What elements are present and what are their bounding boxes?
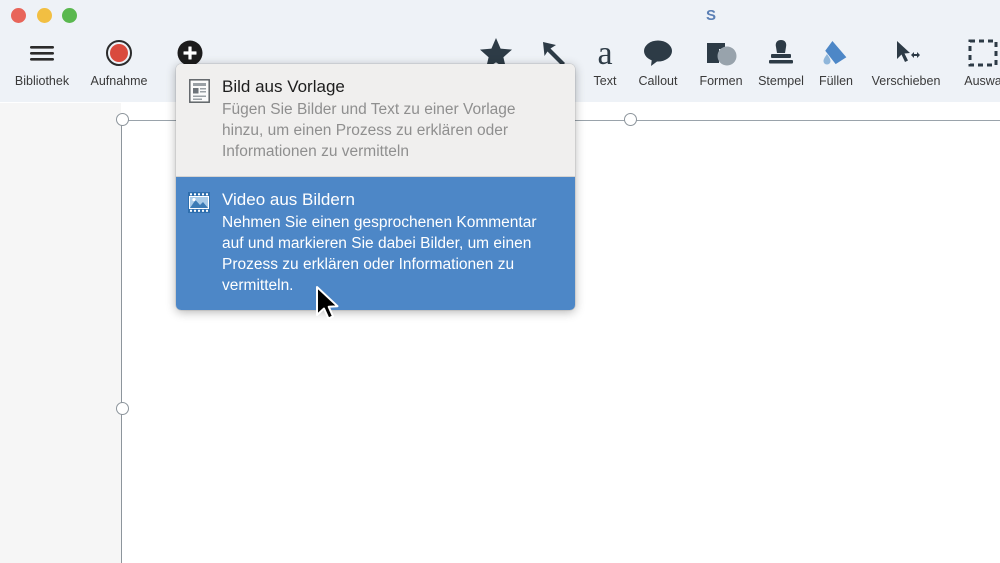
title-bar: S [0,0,1000,30]
canvas-left-gutter [0,103,121,563]
shapes-icon [703,32,739,74]
toolbar-item-callout[interactable]: Callout [626,30,690,102]
toolbar-item-label: Füllen [818,74,854,88]
svg-text:a: a [597,36,612,70]
canvas-left-edge [121,120,122,563]
menu-item-title: Video aus Bildern [222,190,355,209]
app-window: S Bibliothek Aufnahme a Text Callout For… [0,0,1000,563]
create-dropdown-menu[interactable]: Bild aus Vorlage Fügen Sie Bilder und Te… [176,64,575,310]
toolbar-item-fill[interactable]: Füllen [812,30,860,102]
paint-bucket-icon [819,32,853,74]
toolbar-item-label: Text [593,74,617,88]
toolbar-item-label: Bibliothek [14,74,70,88]
menu-item-description: Nehmen Sie einen gesprochenen Kommentar … [222,214,537,294]
menu-item-video-from-images[interactable]: Video aus Bildern Nehmen Sie einen gespr… [176,177,575,310]
toolbar-item-label: Auswa [964,74,1000,88]
menu-item-text: Bild aus Vorlage Fügen Sie Bilder und Te… [222,76,561,162]
maximize-button[interactable] [62,8,77,23]
menu-item-image-from-template[interactable]: Bild aus Vorlage Fügen Sie Bilder und Te… [176,64,575,176]
toolbar-item-select[interactable]: Auswa [952,30,1000,102]
toolbar-item-move[interactable]: Verschieben [860,30,952,102]
toolbar-item-record[interactable]: Aufnahme [84,30,154,102]
text-a-icon: a [591,32,619,74]
move-cursor-icon [889,32,923,74]
toolbar-item-library[interactable]: Bibliothek [8,30,76,102]
toolbar-item-stamp[interactable]: Stempel [750,30,812,102]
toolbar-item-label: Verschieben [871,74,941,88]
menu-item-description: Fügen Sie Bilder und Text zu einer Vorla… [222,101,516,160]
canvas-resize-handle-left-middle[interactable] [116,402,129,415]
stamp-icon [765,32,797,74]
speech-bubble-icon [641,32,675,74]
app-logo-icon: S [705,6,716,24]
menu-item-title: Bild aus Vorlage [222,77,345,96]
toolbar-item-label: Stempel [758,74,804,88]
hamburger-menu-icon [27,32,57,74]
toolbar-item-label: Callout [638,74,678,88]
marquee-select-icon [967,32,999,74]
canvas-resize-handle-top-left[interactable] [116,113,129,126]
toolbar-item-label: Formen [699,74,743,88]
template-document-icon [188,79,210,103]
minimize-button[interactable] [37,8,52,23]
filmstrip-image-icon [188,192,210,216]
canvas-resize-handle-top-middle[interactable] [624,113,637,126]
toolbar-item-shapes[interactable]: Formen [690,30,752,102]
toolbar-item-text[interactable]: a Text [580,30,630,102]
menu-item-text: Video aus Bildern Nehmen Sie einen gespr… [222,189,561,296]
record-circle-icon [105,32,133,74]
toolbar-item-label: Aufnahme [90,74,148,88]
close-button[interactable] [11,8,26,23]
